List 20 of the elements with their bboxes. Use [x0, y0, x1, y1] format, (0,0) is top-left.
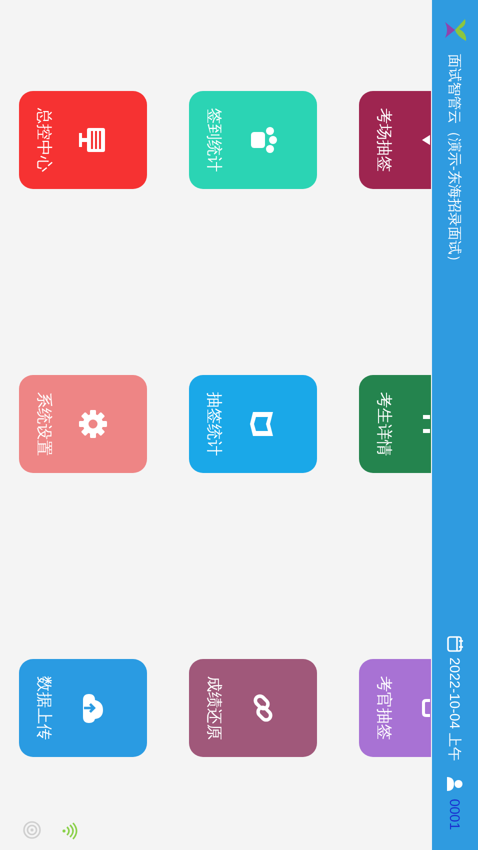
settings-icon: [77, 408, 109, 440]
menu-tile[interactable]: 抽签统计: [189, 375, 317, 473]
date-text: 2022-10-04 上午: [446, 657, 464, 761]
bar-icon: [423, 415, 430, 433]
menu-tile[interactable]: 成绩还原: [189, 659, 317, 757]
arrow-icon: [422, 133, 430, 147]
menu-tile[interactable]: 考场抽签: [359, 91, 431, 189]
signal-icon: [60, 822, 78, 840]
calendar-icon: [446, 635, 464, 654]
menu-tile[interactable]: 签到统计: [189, 91, 317, 189]
menu-tile[interactable]: 数据上传: [19, 659, 147, 757]
app-title: 面试智管云（演示-东海招录面试）: [446, 54, 464, 269]
menu-tile[interactable]: 系统设置: [19, 375, 147, 473]
menu-tile[interactable]: 总控中心: [19, 91, 147, 189]
bracket-icon: [422, 699, 430, 717]
sync-icon: [22, 820, 42, 840]
menu-tile[interactable]: 考生详情: [359, 375, 431, 473]
user-id: 0001: [446, 798, 464, 830]
menu-tile[interactable]: 考官抽签: [359, 659, 431, 757]
user-icon: [446, 774, 464, 793]
